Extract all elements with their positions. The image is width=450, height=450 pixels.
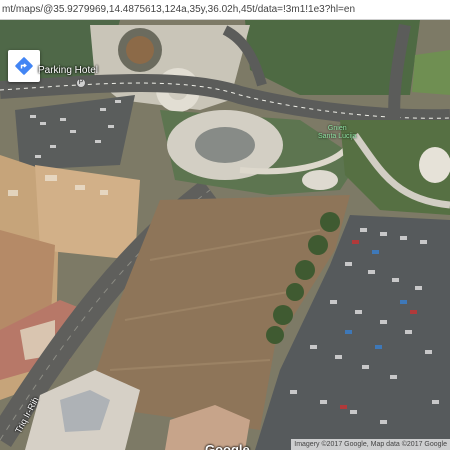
garden-label-line2: Santa Lucija <box>318 133 357 140</box>
address-bar[interactable]: mt/maps/@35.9279969,14.4875613,124a,35y,… <box>0 0 450 20</box>
directions-button[interactable] <box>8 50 40 82</box>
map-attribution: Imagery ©2017 Google, Map data ©2017 Goo… <box>291 439 450 450</box>
satellite-map[interactable]: Parking Hotel P Gnien Santa Lucija Triq … <box>0 20 450 450</box>
google-logo: Google <box>205 442 250 450</box>
directions-diamond-icon <box>15 57 33 75</box>
garden-label-line1: Gnien <box>327 125 347 132</box>
garden-label[interactable]: Gnien Santa Lucija <box>318 125 357 141</box>
satellite-imagery <box>0 20 450 450</box>
place-label-parking-hotel[interactable]: Parking Hotel <box>38 65 98 76</box>
parking-pin-icon[interactable]: P <box>76 78 86 88</box>
